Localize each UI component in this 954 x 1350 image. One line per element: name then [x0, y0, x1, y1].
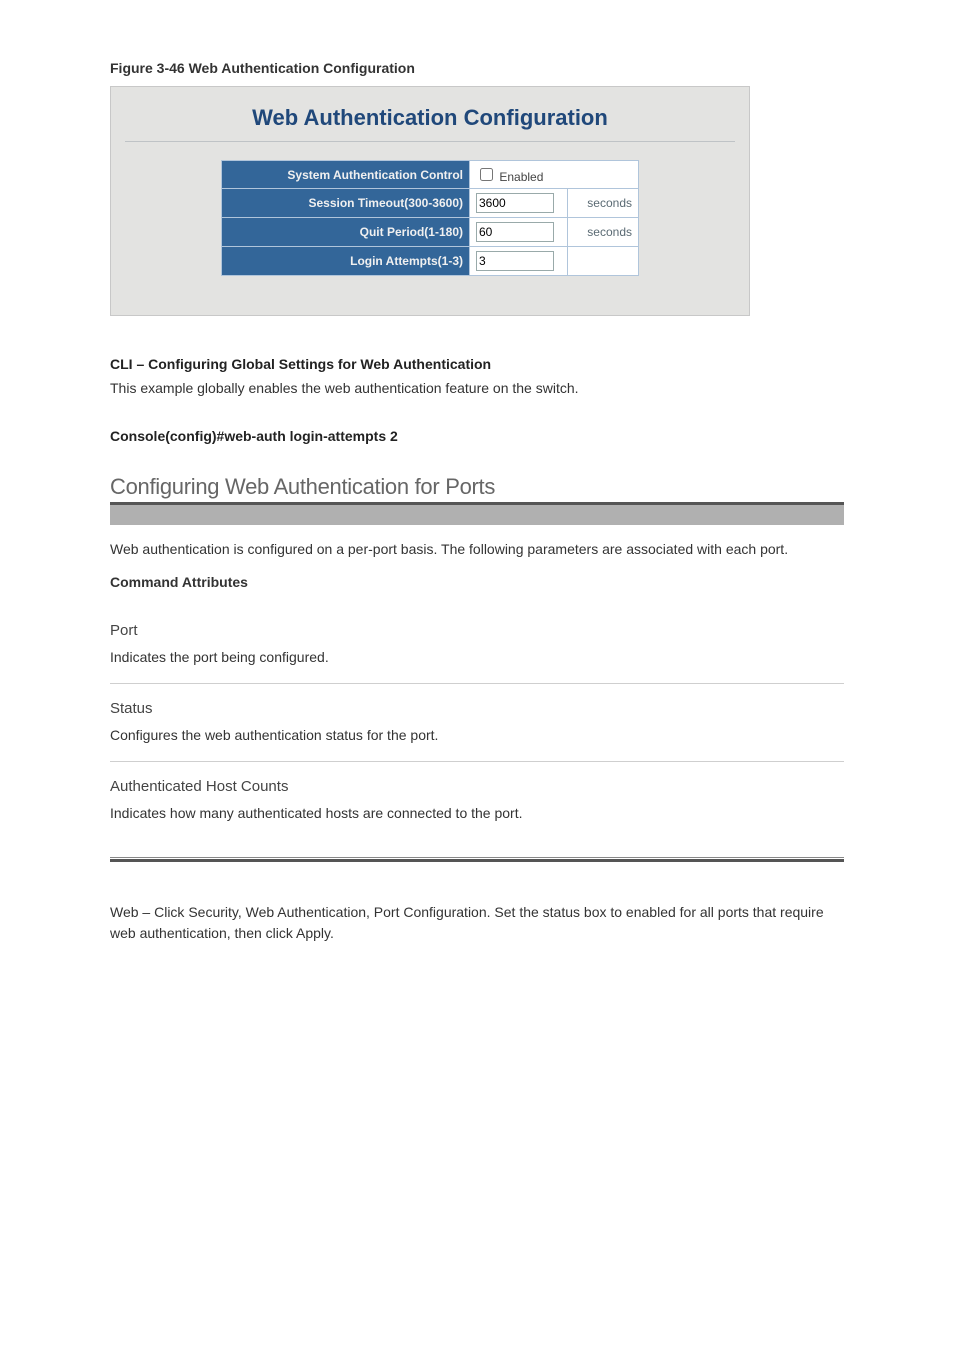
- label-session-timeout: Session Timeout(300-3600): [222, 189, 470, 218]
- label-quit-period: Quit Period(1-180): [222, 218, 470, 247]
- cell-login-attempts: [470, 247, 568, 276]
- port-section-title: Configuring Web Authentication for Ports: [110, 474, 844, 500]
- cell-enabled: Enabled: [470, 161, 639, 189]
- param-name-port: Port: [110, 622, 844, 639]
- bottom-rule-thick: [110, 859, 844, 862]
- panel-divider: [125, 141, 735, 142]
- config-table: System Authentication Control Enabled Se…: [221, 160, 639, 276]
- unit-login-attempts: [568, 247, 639, 276]
- checkbox-enabled-label: Enabled: [499, 170, 543, 184]
- input-login-attempts[interactable]: [476, 251, 554, 271]
- checkbox-enabled[interactable]: [480, 168, 493, 181]
- unit-quit-period: seconds: [568, 218, 639, 247]
- screenshot-panel: Web Authentication Configuration System …: [110, 86, 750, 316]
- bottom-rule-thin: [110, 857, 844, 858]
- cell-quit-period: [470, 218, 568, 247]
- cli-console-line: Console(config)#web-auth login-attempts …: [110, 428, 844, 444]
- row-quit-period: Quit Period(1-180) seconds: [222, 218, 639, 247]
- input-session-timeout[interactable]: [476, 193, 554, 213]
- section-rule-grey: [110, 505, 844, 525]
- param-name-status: Status: [110, 700, 844, 717]
- label-login-attempts: Login Attempts(1-3): [222, 247, 470, 276]
- row-login-attempts: Login Attempts(1-3): [222, 247, 639, 276]
- port-intro: Web authentication is configured on a pe…: [110, 539, 844, 559]
- panel-title: Web Authentication Configuration: [125, 105, 735, 131]
- unit-session-timeout: seconds: [568, 189, 639, 218]
- param-row-auth-counts: Authenticated Host Counts Indicates how …: [110, 762, 844, 839]
- param-name-auth-counts: Authenticated Host Counts: [110, 778, 844, 795]
- cli-text: This example globally enables the web au…: [110, 378, 844, 398]
- param-desc-auth-counts: Indicates how many authenticated hosts a…: [110, 803, 844, 823]
- cli-heading: CLI – Configuring Global Settings for We…: [110, 356, 844, 372]
- params-label: Command Attributes: [110, 574, 844, 590]
- cell-session-timeout: [470, 189, 568, 218]
- footer-text: Web – Click Security, Web Authentication…: [110, 902, 844, 943]
- input-quit-period[interactable]: [476, 222, 554, 242]
- param-desc-port: Indicates the port being configured.: [110, 647, 844, 667]
- row-session-timeout: Session Timeout(300-3600) seconds: [222, 189, 639, 218]
- param-desc-status: Configures the web authentication status…: [110, 725, 844, 745]
- param-row-status: Status Configures the web authentication…: [110, 684, 844, 762]
- param-row-port: Port Indicates the port being configured…: [110, 606, 844, 684]
- figure-label: Figure 3-46 Web Authentication Configura…: [110, 60, 844, 76]
- param-list: Port Indicates the port being configured…: [110, 606, 844, 840]
- row-sys-auth-ctrl: System Authentication Control Enabled: [222, 161, 639, 189]
- label-sys-auth-ctrl: System Authentication Control: [222, 161, 470, 189]
